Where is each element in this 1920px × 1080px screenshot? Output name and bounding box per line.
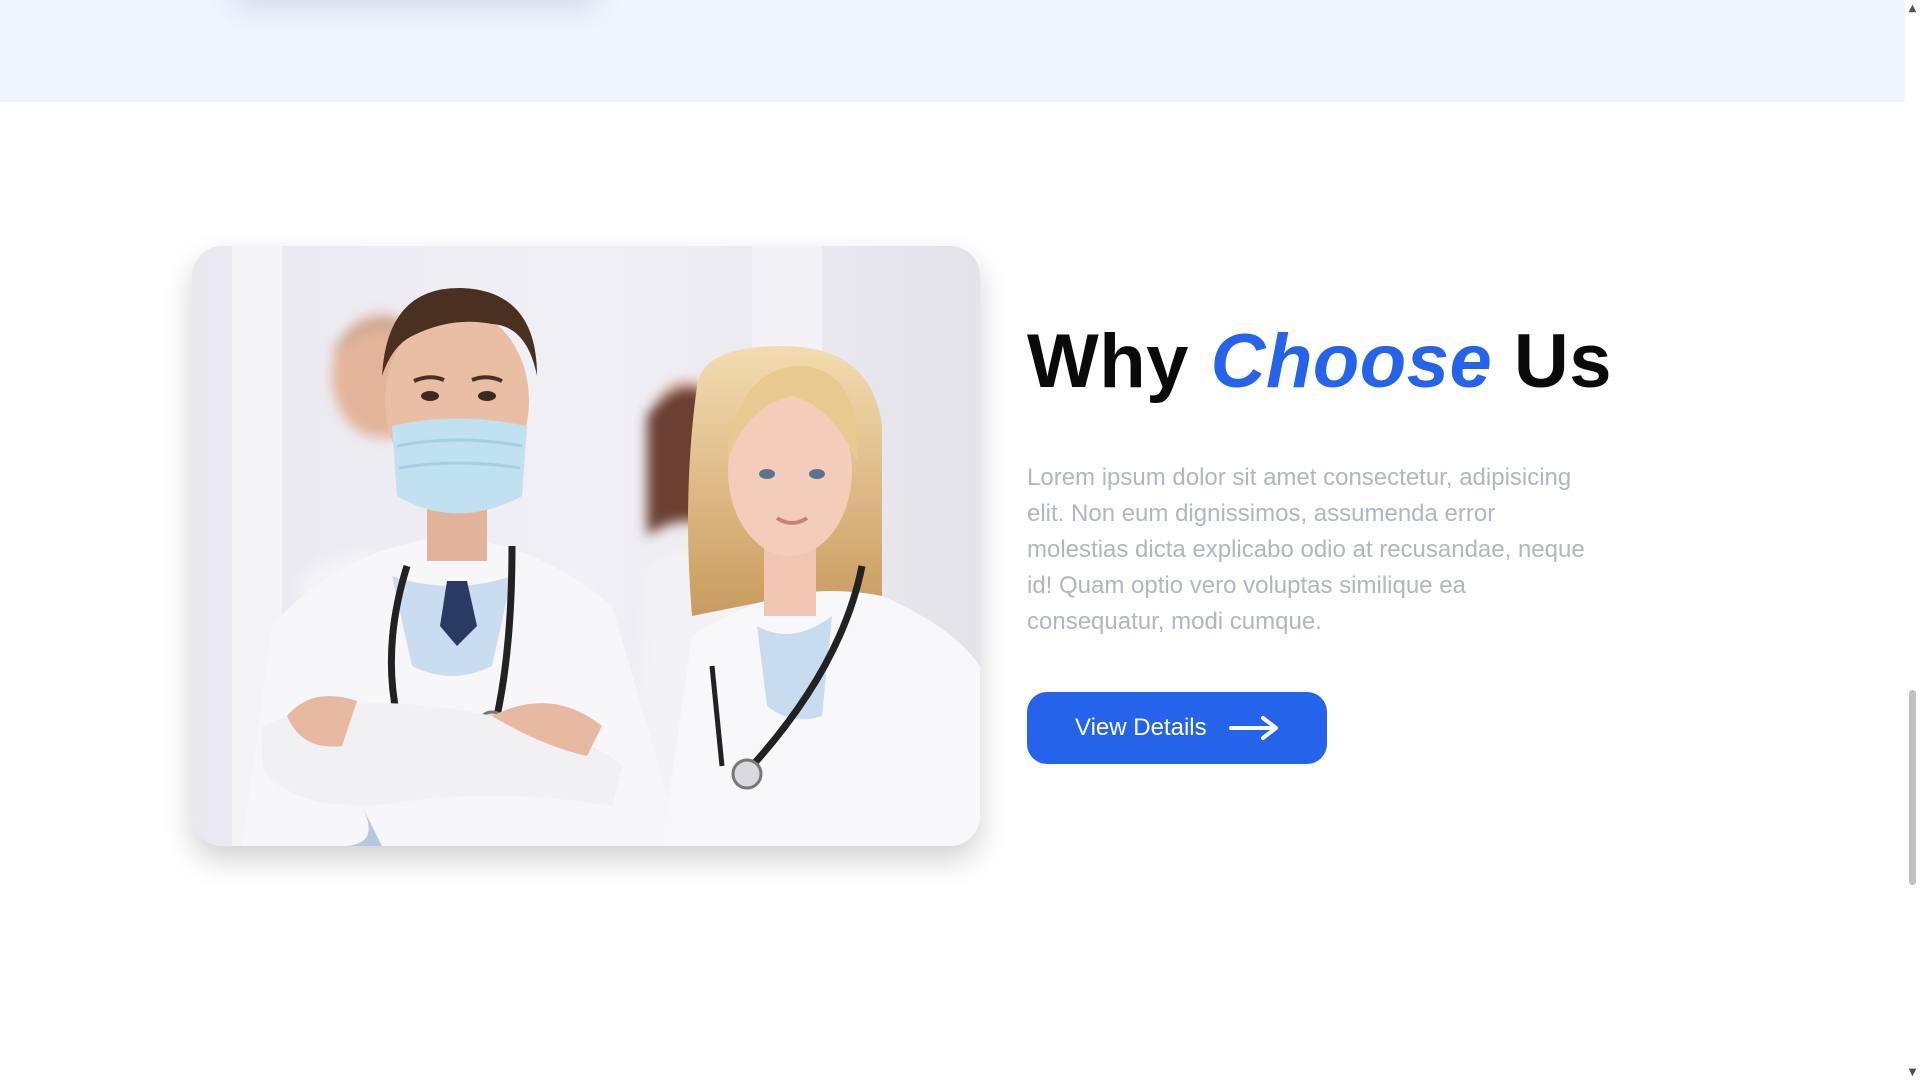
chevron-down-icon[interactable]: ▼: [1905, 1064, 1920, 1080]
page: Why Choose Us Lorem ipsum dolor sit amet…: [0, 0, 1920, 1080]
arrow-right-icon: [1228, 715, 1281, 741]
view-details-label: View Details: [1075, 714, 1207, 741]
doctors-image: [192, 246, 980, 846]
page-scrollbar[interactable]: ▲ ▼: [1905, 0, 1920, 1080]
heading-word-choose: Choose: [1210, 319, 1493, 404]
heading-word-us: Us: [1513, 319, 1613, 404]
previous-section-band: [0, 0, 1905, 102]
view-details-button[interactable]: View Details: [1027, 692, 1327, 764]
section-heading: Why Choose Us: [1027, 318, 1612, 405]
heading-word-why: Why: [1027, 319, 1189, 404]
chevron-up-icon[interactable]: ▲: [1905, 0, 1920, 16]
scrollbar-thumb[interactable]: [1909, 690, 1916, 885]
section-description: Lorem ipsum dolor sit amet consectetur, …: [1027, 464, 1585, 635]
